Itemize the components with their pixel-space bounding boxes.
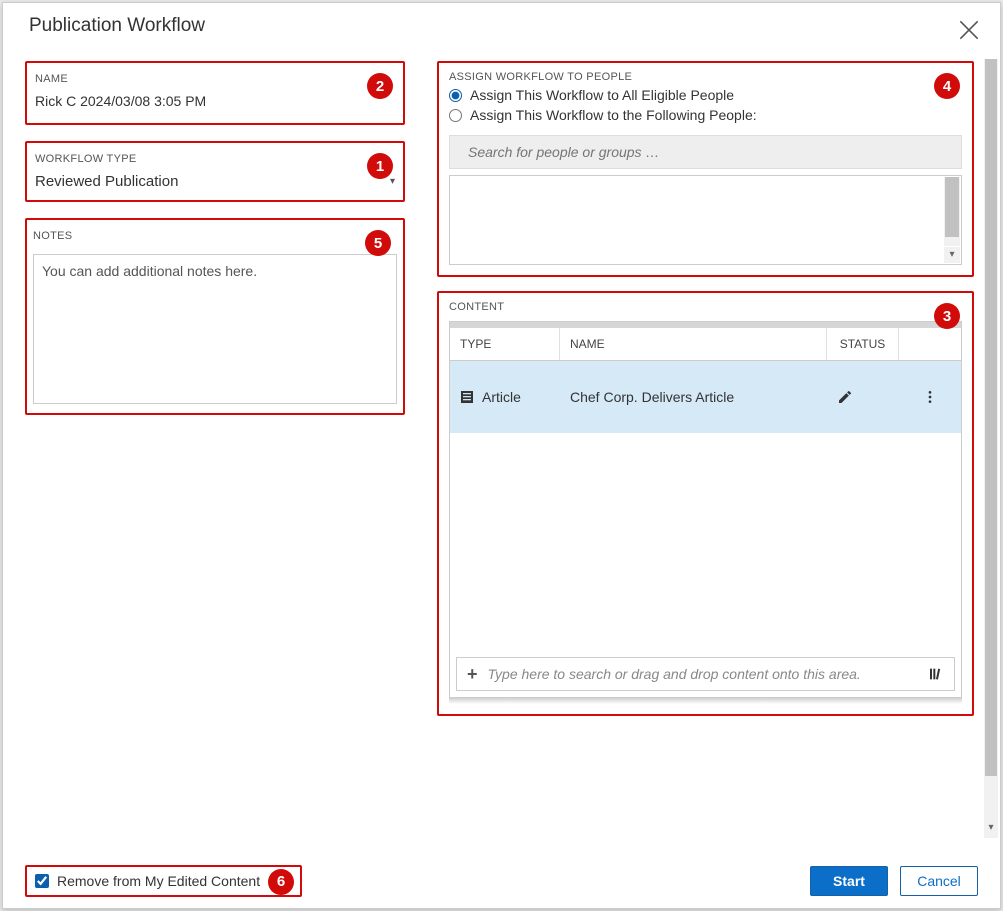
dialog-scrollbar[interactable]: ▾ [984, 59, 998, 838]
start-button[interactable]: Start [810, 866, 888, 896]
content-table: TYPE NAME STATUS [449, 321, 962, 698]
content-search-row[interactable]: + Type here to search or drag and drop c… [456, 657, 955, 691]
dialog-header: Publication Workflow [3, 3, 1000, 45]
assign-following-radio[interactable] [449, 109, 462, 122]
annotation-badge-2: 2 [367, 73, 393, 99]
workflow-type-select[interactable]: Reviewed Publication ▾ [35, 173, 395, 190]
col-status[interactable]: STATUS [827, 328, 899, 360]
annotation-badge-6: 6 [268, 869, 294, 895]
people-list-scrollbar-thumb[interactable] [945, 177, 959, 237]
dialog-body: NAME Rick C 2024/03/08 3:05 PM 2 WORKFLO… [3, 53, 1000, 848]
row-name: Chef Corp. Delivers Article [560, 379, 827, 415]
notes-label: NOTES [33, 230, 397, 242]
annotation-badge-4: 4 [934, 73, 960, 99]
annotation-badge-5: 5 [365, 230, 391, 256]
assign-label: ASSIGN WORKFLOW TO PEOPLE [449, 71, 962, 83]
notes-section: NOTES 5 [25, 218, 405, 415]
content-search-placeholder: Type here to search or drag and drop con… [488, 666, 918, 682]
name-section: NAME Rick C 2024/03/08 3:05 PM 2 [25, 61, 405, 125]
col-name[interactable]: NAME [560, 328, 827, 360]
dialog-scrollbar-thumb[interactable] [985, 59, 997, 776]
library-icon[interactable] [928, 666, 944, 682]
people-list-scrollbar[interactable] [944, 177, 960, 246]
notes-textarea[interactable] [33, 254, 397, 404]
dialog-footer: Remove from My Edited Content 6 Start Ca… [3, 852, 1000, 908]
col-type[interactable]: TYPE [450, 328, 560, 360]
people-list-scroll-down-icon[interactable]: ▾ [944, 247, 960, 263]
name-value[interactable]: Rick C 2024/03/08 3:05 PM [35, 93, 395, 109]
assign-section: ASSIGN WORKFLOW TO PEOPLE Assign This Wo… [437, 61, 974, 277]
assign-following-label: Assign This Workflow to the Following Pe… [470, 107, 757, 123]
content-label: CONTENT [449, 301, 962, 313]
people-search-input[interactable] [449, 135, 962, 169]
people-list[interactable]: ▾ [449, 175, 962, 265]
scroll-down-icon[interactable]: ▾ [984, 822, 998, 838]
chevron-down-icon: ▾ [390, 176, 395, 187]
close-button[interactable] [956, 17, 982, 43]
content-section: CONTENT TYPE NAME STATUS [437, 291, 974, 716]
edit-icon[interactable] [837, 389, 889, 405]
remove-section: Remove from My Edited Content 6 [25, 865, 302, 897]
assign-following-radio-row[interactable]: Assign This Workflow to the Following Pe… [449, 107, 962, 123]
col-actions [899, 328, 961, 360]
annotation-badge-1: 1 [367, 153, 393, 179]
workflow-type-value: Reviewed Publication [35, 173, 178, 190]
content-table-header: TYPE NAME STATUS [450, 328, 961, 361]
assign-all-label: Assign This Workflow to All Eligible Peo… [470, 87, 734, 103]
dialog-title: Publication Workflow [29, 15, 980, 37]
publication-workflow-dialog: Publication Workflow NAME Rick C 2024/03… [2, 2, 1001, 909]
plus-icon[interactable]: + [467, 665, 478, 683]
more-icon[interactable] [922, 389, 938, 405]
name-label: NAME [35, 73, 395, 85]
assign-all-radio-row[interactable]: Assign This Workflow to All Eligible Peo… [449, 87, 962, 103]
article-icon [460, 390, 474, 404]
row-type: Article [482, 389, 521, 405]
close-icon [956, 17, 982, 43]
table-row[interactable]: Article Chef Corp. Delivers Article [450, 361, 961, 433]
annotation-badge-3: 3 [934, 303, 960, 329]
workflow-type-label: WORKFLOW TYPE [35, 153, 395, 165]
content-table-empty-area[interactable] [450, 433, 961, 651]
remove-checkbox[interactable] [35, 874, 49, 888]
workflow-type-section: WORKFLOW TYPE Reviewed Publication ▾ 1 [25, 141, 405, 202]
remove-label: Remove from My Edited Content [57, 873, 260, 889]
cancel-button[interactable]: Cancel [900, 866, 978, 896]
assign-all-radio[interactable] [449, 89, 462, 102]
